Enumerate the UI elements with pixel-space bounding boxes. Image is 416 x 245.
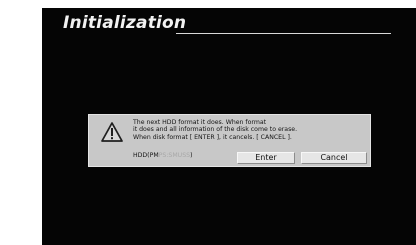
hdd-status-value: PS:SMUSS — [158, 152, 191, 159]
title-underline — [176, 33, 391, 34]
screen: Initialization The next HDD format it do… — [0, 0, 416, 245]
enter-button[interactable]: Enter — [237, 152, 295, 164]
dialog-message-line-2: it does and all information of the disk … — [133, 126, 298, 134]
page-title: Initialization — [63, 13, 187, 33]
format-confirm-dialog: The next HDD format it does. When format… — [88, 114, 371, 167]
hdd-prefix: HDD(PM — [133, 152, 159, 159]
warning-triangle-icon — [101, 122, 123, 142]
dialog-message: The next HDD format it does. When format… — [133, 119, 369, 141]
hdd-status-label: HDD(PMPS:SMUSS) — [133, 152, 193, 160]
dialog-message-line-1: The next HDD format it does. When format — [133, 119, 267, 126]
dialog-message-line-3: When disk format [ ENTER ], it cancels. … — [133, 133, 292, 141]
cancel-button[interactable]: Cancel — [301, 152, 367, 164]
hdd-suffix: ) — [190, 152, 193, 159]
